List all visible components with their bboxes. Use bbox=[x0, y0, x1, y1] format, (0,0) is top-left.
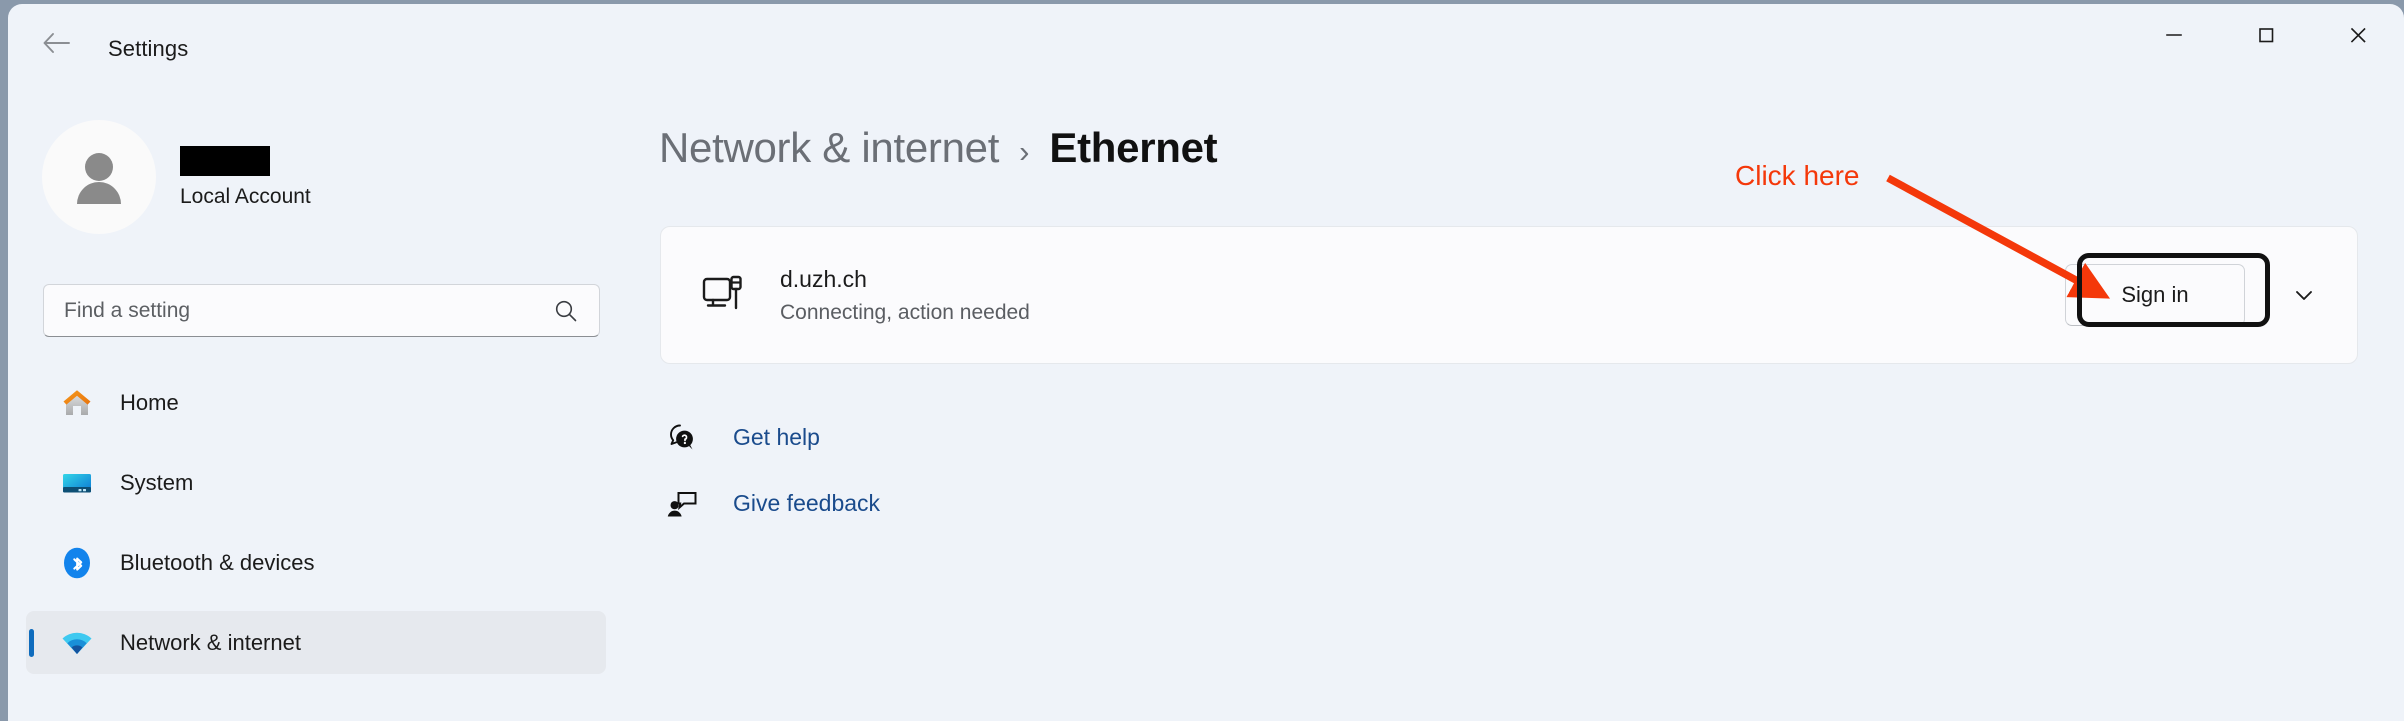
feedback-person-icon bbox=[661, 486, 703, 520]
account-name-redacted bbox=[180, 146, 270, 176]
maximize-button[interactable] bbox=[2220, 4, 2312, 66]
sign-in-button[interactable]: Sign in bbox=[2065, 264, 2245, 326]
ethernet-card-text: d.uzh.ch Connecting, action needed bbox=[780, 266, 2065, 325]
question-help-icon bbox=[661, 420, 703, 454]
minimize-button[interactable] bbox=[2128, 4, 2220, 66]
breadcrumb-separator-icon: › bbox=[1019, 134, 1029, 170]
expand-card-button[interactable] bbox=[2275, 266, 2333, 324]
breadcrumb-parent[interactable]: Network & internet bbox=[659, 124, 999, 172]
get-help-link[interactable]: Get help bbox=[661, 406, 820, 468]
sidebar-nav: Home System bbox=[26, 371, 606, 691]
window-controls bbox=[2128, 4, 2404, 66]
search-input[interactable] bbox=[44, 299, 553, 323]
chevron-down-icon bbox=[2290, 281, 2318, 309]
search-box[interactable] bbox=[43, 284, 600, 337]
status-badge: Connecting, action needed bbox=[780, 301, 2065, 325]
network-name: d.uzh.ch bbox=[780, 266, 2065, 293]
help-links: Get help Give feedback bbox=[661, 406, 880, 538]
link-label: Get help bbox=[733, 424, 820, 451]
search-icon bbox=[553, 298, 579, 324]
page-title: Ethernet bbox=[1049, 124, 1217, 172]
back-button[interactable] bbox=[34, 26, 78, 60]
content-area: Network & internet › Ethernet d.uzh.ch C… bbox=[611, 76, 2404, 721]
settings-window: Settings bbox=[8, 4, 2404, 721]
sidebar-item-label: Bluetooth & devices bbox=[120, 550, 314, 576]
sidebar-item-system[interactable]: System bbox=[26, 451, 606, 514]
ethernet-card: d.uzh.ch Connecting, action needed Sign … bbox=[660, 226, 2358, 364]
app-title: Settings bbox=[108, 36, 188, 62]
back-arrow-icon bbox=[41, 30, 71, 56]
monitor-icon bbox=[56, 462, 98, 504]
avatar bbox=[42, 120, 156, 234]
give-feedback-link[interactable]: Give feedback bbox=[661, 472, 880, 534]
home-icon bbox=[56, 382, 98, 424]
sidebar-item-bluetooth[interactable]: Bluetooth & devices bbox=[26, 531, 606, 594]
person-avatar-icon bbox=[64, 142, 134, 212]
account-block[interactable]: Local Account bbox=[42, 120, 311, 234]
sidebar-item-network-internet[interactable]: Network & internet bbox=[26, 611, 606, 674]
title-bar: Settings bbox=[8, 4, 2404, 76]
sidebar: Local Account bbox=[8, 76, 611, 721]
link-label: Give feedback bbox=[733, 490, 880, 517]
wifi-icon bbox=[56, 622, 98, 664]
maximize-icon bbox=[2254, 23, 2278, 47]
sidebar-item-label: Home bbox=[120, 390, 179, 416]
close-button[interactable] bbox=[2312, 4, 2404, 66]
sidebar-item-label: System bbox=[120, 470, 193, 496]
sidebar-item-label: Network & internet bbox=[120, 630, 301, 656]
account-text: Local Account bbox=[180, 146, 311, 209]
breadcrumb: Network & internet › Ethernet bbox=[659, 124, 1217, 172]
close-icon bbox=[2346, 23, 2370, 47]
sidebar-item-home[interactable]: Home bbox=[26, 371, 606, 434]
minimize-icon bbox=[2162, 23, 2186, 47]
bluetooth-icon bbox=[56, 542, 98, 584]
ethernet-monitor-icon bbox=[697, 272, 753, 318]
account-subtitle: Local Account bbox=[180, 185, 311, 209]
